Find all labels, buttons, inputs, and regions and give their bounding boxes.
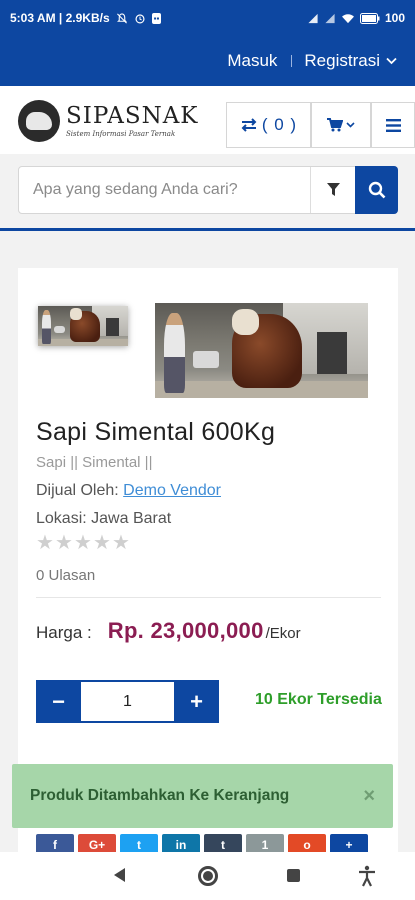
star-icon: ★: [112, 532, 130, 554]
close-icon[interactable]: ×: [363, 785, 375, 808]
login-link[interactable]: Masuk: [227, 51, 277, 71]
google-plus-icon[interactable]: G+: [78, 834, 116, 854]
header-divider: [0, 228, 415, 231]
reddit-icon[interactable]: o: [288, 834, 326, 854]
status-bar: 5:03 AM | 2.9KB/s ▪▪ 100: [0, 0, 415, 36]
compare-arrows-icon: [241, 118, 257, 132]
star-icon: ★: [55, 532, 73, 554]
home-icon[interactable]: [198, 866, 218, 886]
linkedin-icon[interactable]: in: [162, 834, 200, 854]
battery-icon: [359, 12, 380, 24]
share-buttons: f G+ t in t 1 o +: [36, 834, 368, 854]
compare-button[interactable]: ( 0 ): [226, 102, 311, 148]
alarm-icon: [135, 13, 145, 23]
star-icon: ★: [93, 532, 111, 554]
search-button[interactable]: [355, 166, 398, 214]
nav-divider: [291, 55, 293, 67]
register-dropdown[interactable]: Registrasi: [304, 51, 397, 71]
notification-badge-icon: ▪▪: [151, 12, 162, 24]
toast-notification: Produk Ditambahkan Ke Keranjang ×: [12, 764, 393, 828]
seller-label: Dijual Oleh:: [36, 482, 119, 499]
quantity-stepper: − 1 +: [36, 680, 219, 723]
price-row: Harga : Rp. 23,000,000 /Ekor: [36, 618, 301, 644]
product-price: Rp. 23,000,000: [107, 618, 264, 643]
top-nav: Masuk Registrasi: [0, 36, 415, 86]
review-count[interactable]: 0 Ulasan: [36, 567, 95, 584]
price-unit: /Ekor: [265, 625, 301, 642]
filter-button[interactable]: [310, 167, 356, 213]
back-icon[interactable]: [114, 868, 125, 882]
recent-apps-icon[interactable]: [287, 869, 300, 882]
seller-link[interactable]: Demo Vendor: [123, 482, 221, 499]
filter-icon: [327, 183, 340, 196]
twitter-icon[interactable]: t: [120, 834, 158, 854]
site-header: SIPASNAK Sistem Informasi Pasar Ternak (…: [0, 86, 415, 154]
toast-message: Produk Ditambahkan Ke Keranjang: [30, 787, 290, 804]
product-seller: Dijual Oleh: Demo Vendor: [36, 482, 221, 500]
brand-tagline: Sistem Informasi Pasar Ternak: [66, 130, 176, 138]
search-icon: [368, 181, 385, 199]
signal-2-icon: [325, 13, 335, 23]
search-bar: [18, 166, 398, 214]
status-time: 5:03 AM | 2.9KB/s: [10, 11, 110, 25]
stock-availability: 10 Ekor Tersedia: [255, 691, 382, 708]
divider: [36, 597, 381, 598]
signal-icon: [308, 13, 318, 23]
system-nav-bar: [0, 852, 415, 900]
hamburger-icon: [385, 118, 401, 132]
wifi-icon: [342, 13, 354, 23]
search-input[interactable]: [19, 167, 309, 213]
quantity-input[interactable]: 1: [81, 680, 174, 723]
product-category: Sapi || Simental ||: [36, 454, 153, 471]
cart-icon: [327, 118, 343, 132]
facebook-icon[interactable]: f: [36, 834, 74, 854]
compare-count: ( 0 ): [261, 115, 298, 134]
chevron-down-icon: [346, 122, 355, 128]
product-title: Sapi Simental 600Kg: [36, 418, 276, 446]
register-label: Registrasi: [304, 51, 380, 70]
tumblr-icon[interactable]: t: [204, 834, 242, 854]
star-icon: ★: [74, 532, 92, 554]
cow-logo-icon: [18, 100, 60, 142]
more-share-icon[interactable]: +: [330, 834, 368, 854]
stumbleupon-icon[interactable]: 1: [246, 834, 284, 854]
menu-button[interactable]: [371, 102, 415, 148]
brand-name: SIPASNAK: [66, 103, 199, 129]
battery-level: 100: [384, 11, 405, 25]
quantity-increase-button[interactable]: +: [174, 680, 219, 723]
cart-button[interactable]: [311, 102, 371, 148]
product-location: Lokasi: Jawa Barat: [36, 510, 172, 527]
brand-logo[interactable]: SIPASNAK Sistem Informasi Pasar Ternak: [18, 100, 199, 142]
price-label: Harga :: [36, 623, 92, 642]
product-thumbnail[interactable]: [38, 306, 128, 346]
quantity-decrease-button[interactable]: −: [36, 680, 81, 723]
accessibility-icon[interactable]: [358, 865, 376, 887]
rating-stars: ★ ★ ★ ★ ★: [36, 532, 130, 554]
chevron-down-icon: [386, 57, 397, 65]
bell-off-icon: [116, 12, 127, 23]
star-icon: ★: [36, 532, 54, 554]
product-main-image[interactable]: [155, 303, 368, 398]
